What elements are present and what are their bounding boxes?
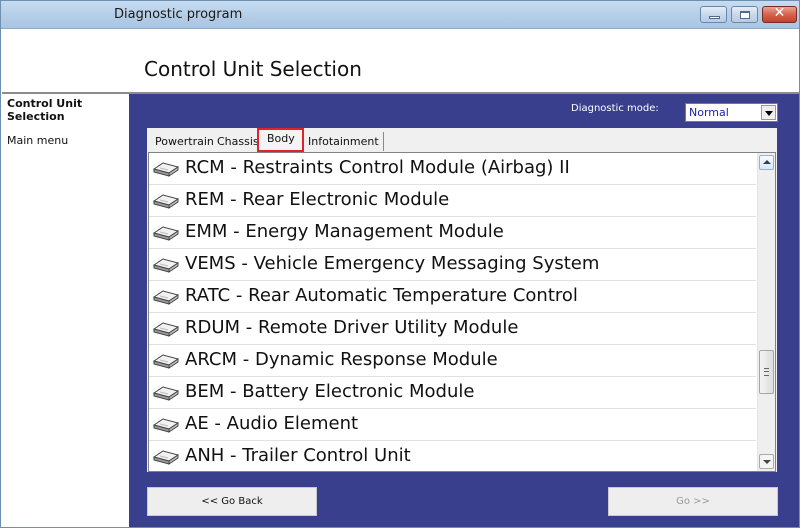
module-icon	[152, 194, 180, 210]
scroll-down-button[interactable]	[759, 454, 774, 469]
close-button[interactable]: ✕	[762, 5, 797, 23]
module-tab-panel: Powertrain Chassis Infotainment Body RCM…	[147, 128, 777, 472]
page-title: Control Unit Selection	[144, 57, 362, 81]
module-icon	[152, 290, 180, 306]
tab-powertrain[interactable]: Powertrain	[151, 132, 219, 151]
sidebar-current-step: Control Unit Selection	[7, 97, 83, 123]
close-icon: ✕	[773, 5, 786, 21]
module-label: ANH - Trailer Control Unit	[185, 445, 411, 466]
main-panel: Diagnostic mode: Normal Powertrain Chass…	[129, 92, 799, 527]
module-list-item[interactable]: EMM - Energy Management Module	[149, 217, 756, 249]
module-list-item[interactable]: REM - Rear Electronic Module	[149, 185, 756, 217]
minimize-button[interactable]	[700, 6, 727, 23]
module-label: RCM - Restraints Control Module (Airbag)…	[185, 157, 570, 178]
module-label: ARCM - Dynamic Response Module	[185, 349, 498, 370]
tab-infotainment[interactable]: Infotainment	[304, 132, 384, 151]
diagnostic-mode-value: Normal	[689, 106, 729, 119]
module-icon	[152, 354, 180, 370]
module-list-item[interactable]: VEMS - Vehicle Emergency Messaging Syste…	[149, 249, 756, 281]
module-icon	[152, 258, 180, 274]
module-icon	[152, 386, 180, 402]
tab-strip: Powertrain Chassis Infotainment Body	[147, 128, 777, 152]
module-list-item[interactable]: ANH - Trailer Control Unit	[149, 441, 756, 471]
sidebar-item-main-menu[interactable]: Main menu	[7, 134, 68, 147]
maximize-icon	[740, 11, 750, 19]
module-icon	[152, 322, 180, 338]
module-icon	[152, 226, 180, 242]
app-window: Diagnostic program ✕ Control Unit Select…	[0, 0, 800, 528]
scrollbar[interactable]	[757, 153, 775, 471]
module-label: RATC - Rear Automatic Temperature Contro…	[185, 285, 578, 306]
module-list-item[interactable]: RCM - Restraints Control Module (Airbag)…	[149, 153, 756, 185]
diagnostic-mode-label: Diagnostic mode:	[571, 103, 659, 114]
sidebar: Control Unit Selection Main menu	[2, 92, 129, 527]
page-header: Control Unit Selection	[1, 30, 799, 92]
minimize-icon	[709, 16, 720, 19]
module-label: RDUM - Remote Driver Utility Module	[185, 317, 519, 338]
maximize-button[interactable]	[731, 6, 758, 23]
module-list-item[interactable]: RATC - Rear Automatic Temperature Contro…	[149, 281, 756, 313]
module-icon	[152, 418, 180, 434]
module-list: RCM - Restraints Control Module (Airbag)…	[148, 152, 776, 472]
scroll-thumb[interactable]	[759, 349, 774, 394]
module-icon	[152, 450, 180, 466]
module-label: BEM - Battery Electronic Module	[185, 381, 475, 402]
module-label: AE - Audio Element	[185, 413, 359, 434]
module-label: EMM - Energy Management Module	[185, 221, 504, 242]
module-label: REM - Rear Electronic Module	[185, 189, 450, 210]
go-button[interactable]: Go >>	[608, 487, 778, 516]
go-back-button[interactable]: << Go Back	[147, 487, 317, 516]
window-title: Diagnostic program	[114, 7, 243, 22]
chevron-down-icon[interactable]	[761, 105, 776, 120]
module-list-item[interactable]: BEM - Battery Electronic Module	[149, 377, 756, 409]
module-label: VEMS - Vehicle Emergency Messaging Syste…	[185, 253, 600, 274]
module-list-item[interactable]: AE - Audio Element	[149, 409, 756, 441]
module-list-item[interactable]: ARCM - Dynamic Response Module	[149, 345, 756, 377]
diagnostic-mode-select[interactable]: Normal	[685, 103, 778, 122]
tab-body[interactable]: Body	[257, 128, 304, 152]
module-list-item[interactable]: RDUM - Remote Driver Utility Module	[149, 313, 756, 345]
module-icon	[152, 162, 180, 178]
title-bar[interactable]: Diagnostic program ✕	[1, 1, 799, 29]
scroll-up-button[interactable]	[759, 155, 774, 170]
